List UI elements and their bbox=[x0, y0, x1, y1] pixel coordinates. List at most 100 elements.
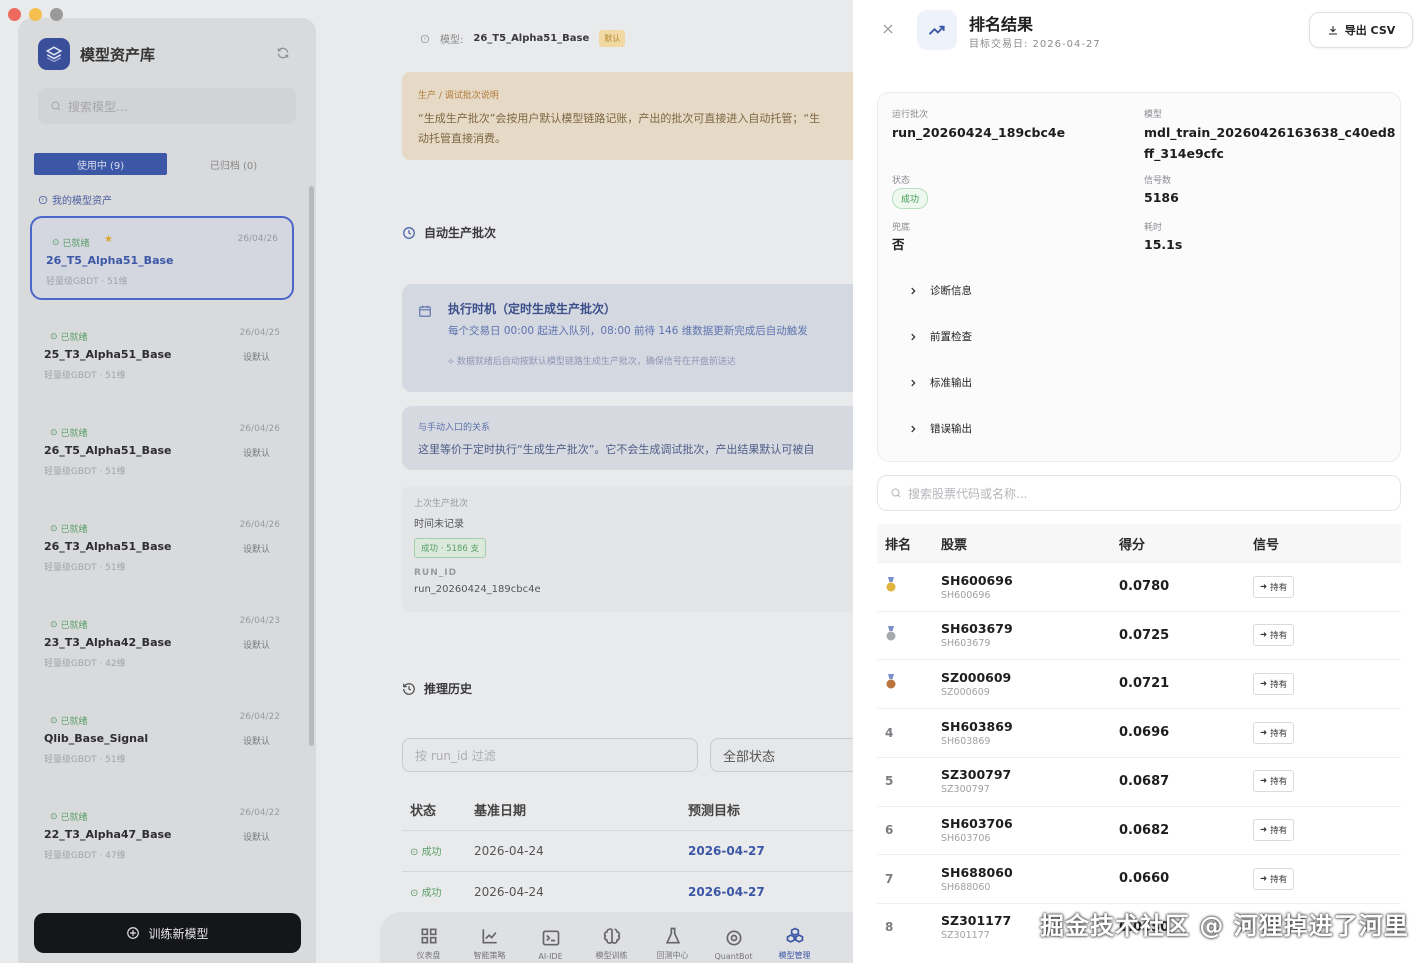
model-search-input[interactable]: 搜索模型... bbox=[38, 88, 296, 124]
schedule-subtext: ⟡ 数据就绪后自动按默认模型链路生成生产批次，确保信号在开盘前送达 bbox=[448, 354, 862, 367]
model-list-item[interactable]: ⊙ 已就绪 26/04/23 23_T3_Alpha42_Base 轻量级GBDT… bbox=[30, 600, 294, 684]
table-row[interactable]: ⊙ 成功 2026-04-24 2026-04-27 bbox=[402, 830, 882, 870]
model-list-item[interactable]: ⊙ 已就绪 26/04/22 Qlib_Base_Signal 轻量级GBDT ·… bbox=[30, 696, 294, 780]
stdout-expander[interactable]: 标准输出 bbox=[908, 375, 972, 390]
set-default-button[interactable]: 设默认 bbox=[243, 638, 270, 651]
signal-cell: ➜ 持有 bbox=[1253, 819, 1401, 841]
terminal-icon bbox=[542, 930, 559, 946]
star-icon: ★ bbox=[104, 234, 113, 245]
signal-badge: ➜ 持有 bbox=[1253, 721, 1295, 744]
tab-in-use[interactable]: 使用中 (9) bbox=[34, 153, 167, 175]
notice-line-1: “生成生产批次”会按用户默认模型链路记账，产出的批次可直接进入自动托管；“生 bbox=[418, 112, 821, 125]
history-title: 推理历史 bbox=[424, 682, 473, 696]
nav-ai-ide[interactable]: AI-IDE bbox=[520, 928, 581, 963]
check-circle-icon: ⊙ bbox=[50, 523, 58, 534]
set-default-button[interactable]: 设默认 bbox=[243, 350, 270, 363]
last-run-label: 上次生产批次 bbox=[414, 499, 469, 509]
refresh-icon[interactable] bbox=[276, 46, 292, 62]
model-list-item[interactable]: ⊙ 已就绪 26/04/26 26_T3_Alpha51_Base 轻量级GBDT… bbox=[30, 504, 294, 588]
model-date: 26/04/23 bbox=[239, 616, 280, 626]
batch-notice: 生产 / 调试批次说明 “生成生产批次”会按用户默认模型链路记账，产出的批次可直… bbox=[402, 72, 882, 160]
minimize-window-button[interactable] bbox=[29, 8, 42, 21]
status-filter-select[interactable]: 全部状态 bbox=[710, 738, 870, 772]
drawer-subtitle: 目标交易日: 2026-04-27 bbox=[969, 39, 1101, 50]
search-icon bbox=[51, 101, 61, 111]
status-text: 已就绪 bbox=[60, 333, 88, 343]
close-window-button[interactable] bbox=[8, 8, 21, 21]
model-list-item[interactable]: ⊙ 已就绪 26/04/25 25_T3_Alpha51_Base 轻量级GBDT… bbox=[30, 312, 294, 396]
model-list-item[interactable]: ⊙ 已就绪 26/04/22 22_T3_Alpha47_Base 轻量级GBDT… bbox=[30, 792, 294, 876]
stock-name: SH603706 bbox=[941, 833, 991, 844]
signal-cell: ➜ 持有 bbox=[1253, 770, 1401, 793]
precheck-expander[interactable]: 前置检查 bbox=[908, 329, 972, 344]
fallback-value: 否 bbox=[892, 237, 905, 252]
model-list-item[interactable]: ⊙ 已就绪 26/04/26 26_T5_Alpha51_Base 轻量级GBDT… bbox=[30, 408, 294, 492]
model-name: 26_T5_Alpha51_Base bbox=[44, 444, 172, 457]
nav-model-management[interactable]: 模型管理 bbox=[764, 926, 825, 963]
signal-text: 持有 bbox=[1270, 874, 1288, 885]
nav-label: 智能策略 bbox=[473, 951, 506, 960]
run-id-filter-input[interactable]: 按 run_id 过滤 bbox=[402, 738, 698, 772]
zoom-window-button[interactable] bbox=[50, 8, 63, 21]
set-default-button[interactable]: 设默认 bbox=[243, 542, 270, 555]
stock-search-placeholder: 搜索股票代码或名称... bbox=[908, 486, 1028, 501]
close-icon[interactable] bbox=[881, 22, 897, 38]
relation-card: 与手动入口的关系 这里等价于定时执行“生成生产批次”。它不会生成调试批次，产出结… bbox=[402, 406, 882, 470]
nav-quantbot[interactable]: QuantBot bbox=[703, 928, 764, 963]
model-date: 26/04/22 bbox=[239, 712, 280, 722]
table-row[interactable]: 7 SH688060 SH688060 0.0660 ➜ 持有 bbox=[877, 854, 1401, 902]
last-run-card: 上次生产批次 时间未记录 成功 · 5186 支 RUN_ID run_2026… bbox=[402, 486, 882, 612]
status-badge: ⊙ 已就绪 bbox=[50, 522, 88, 536]
set-default-button[interactable]: 设默认 bbox=[243, 734, 270, 747]
model-meta: 轻量级GBDT · 47维 bbox=[44, 851, 126, 861]
model-meta: 轻量级GBDT · 51维 bbox=[44, 467, 126, 477]
nav-label: 模型管理 bbox=[778, 951, 811, 960]
stock-code: SZ000609 bbox=[941, 669, 1012, 685]
export-csv-button[interactable]: 导出 CSV bbox=[1309, 12, 1413, 48]
table-row[interactable]: SH603679 SH603679 0.0725 ➜ 持有 bbox=[877, 610, 1401, 659]
nav-label: 回测中心 bbox=[656, 951, 689, 960]
table-row[interactable]: SZ000609 SZ000609 0.0721 ➜ 持有 bbox=[877, 659, 1401, 707]
diagnostics-expander[interactable]: 诊断信息 bbox=[908, 283, 972, 298]
model-list-item[interactable]: ⊙ 已就绪 ★ 26/04/26 26_T5_Alpha51_Base 轻量级GB… bbox=[30, 216, 294, 300]
check-circle-icon: ⊙ bbox=[50, 715, 58, 726]
nav-strategy[interactable]: 智能策略 bbox=[459, 926, 520, 963]
stderr-expander[interactable]: 错误输出 bbox=[908, 421, 972, 436]
nav-backtest[interactable]: 回测中心 bbox=[642, 926, 703, 963]
status-badge: ⊙ 已就绪 bbox=[50, 618, 88, 632]
signal-cell: ➜ 持有 bbox=[1253, 721, 1401, 744]
model-meta: 轻量级GBDT · 51维 bbox=[44, 755, 126, 765]
status-text: 已就绪 bbox=[60, 621, 88, 631]
stock-search-input[interactable]: 搜索股票代码或名称... bbox=[877, 475, 1401, 511]
model-label: 模型: bbox=[440, 35, 464, 46]
model-date: 26/04/26 bbox=[239, 520, 280, 530]
signal-badge: ➜ 持有 bbox=[1253, 770, 1295, 793]
score-cell: 0.0780 bbox=[1119, 579, 1170, 594]
train-new-model-button[interactable]: 训练新模型 bbox=[34, 913, 301, 953]
table-row[interactable]: 5 SZ300797 SZ300797 0.0687 ➜ 持有 bbox=[877, 756, 1401, 805]
table-row[interactable]: 6 SH603706 SH603706 0.0682 ➜ 持有 bbox=[877, 805, 1401, 854]
model-date: 26/04/26 bbox=[239, 424, 280, 434]
schedule-text: 每个交易日 00:00 起进入队列，08:00 前待 146 维数据更新完成后自… bbox=[448, 325, 808, 337]
train-button-label: 训练新模型 bbox=[148, 926, 209, 941]
model-status-tabs: 使用中 (9) 已归档 (0) bbox=[34, 153, 300, 175]
bot-icon bbox=[726, 930, 741, 946]
status-badge: 成功 bbox=[892, 188, 929, 209]
trending-up-icon bbox=[917, 10, 957, 50]
nav-dashboard[interactable]: 仪表盘 bbox=[398, 926, 459, 963]
table-row[interactable]: ⊙ 成功 2026-04-24 2026-04-27 bbox=[402, 871, 882, 911]
set-default-button[interactable]: 设默认 bbox=[243, 446, 270, 459]
sidebar-scrollbar[interactable] bbox=[309, 186, 314, 746]
set-default-button[interactable]: 设默认 bbox=[243, 830, 270, 843]
expander-label: 诊断信息 bbox=[930, 285, 972, 297]
table-row[interactable]: SH600696 SH600696 0.0780 ➜ 持有 bbox=[877, 562, 1401, 610]
rank-number: 4 bbox=[885, 725, 894, 740]
rank-cell: 4 bbox=[877, 726, 933, 740]
model-name: Qlib_Base_Signal bbox=[44, 732, 149, 745]
tab-archived[interactable]: 已归档 (0) bbox=[167, 153, 300, 175]
nav-training[interactable]: 模型训练 bbox=[581, 926, 642, 963]
status-text: 已就绪 bbox=[60, 525, 88, 535]
score-cell: 0.0725 bbox=[1119, 627, 1170, 643]
table-row[interactable]: 4 SH603869 SH603869 0.0696 ➜ 持有 bbox=[877, 708, 1401, 756]
signal-cell: ➜ 持有 bbox=[1253, 575, 1401, 598]
